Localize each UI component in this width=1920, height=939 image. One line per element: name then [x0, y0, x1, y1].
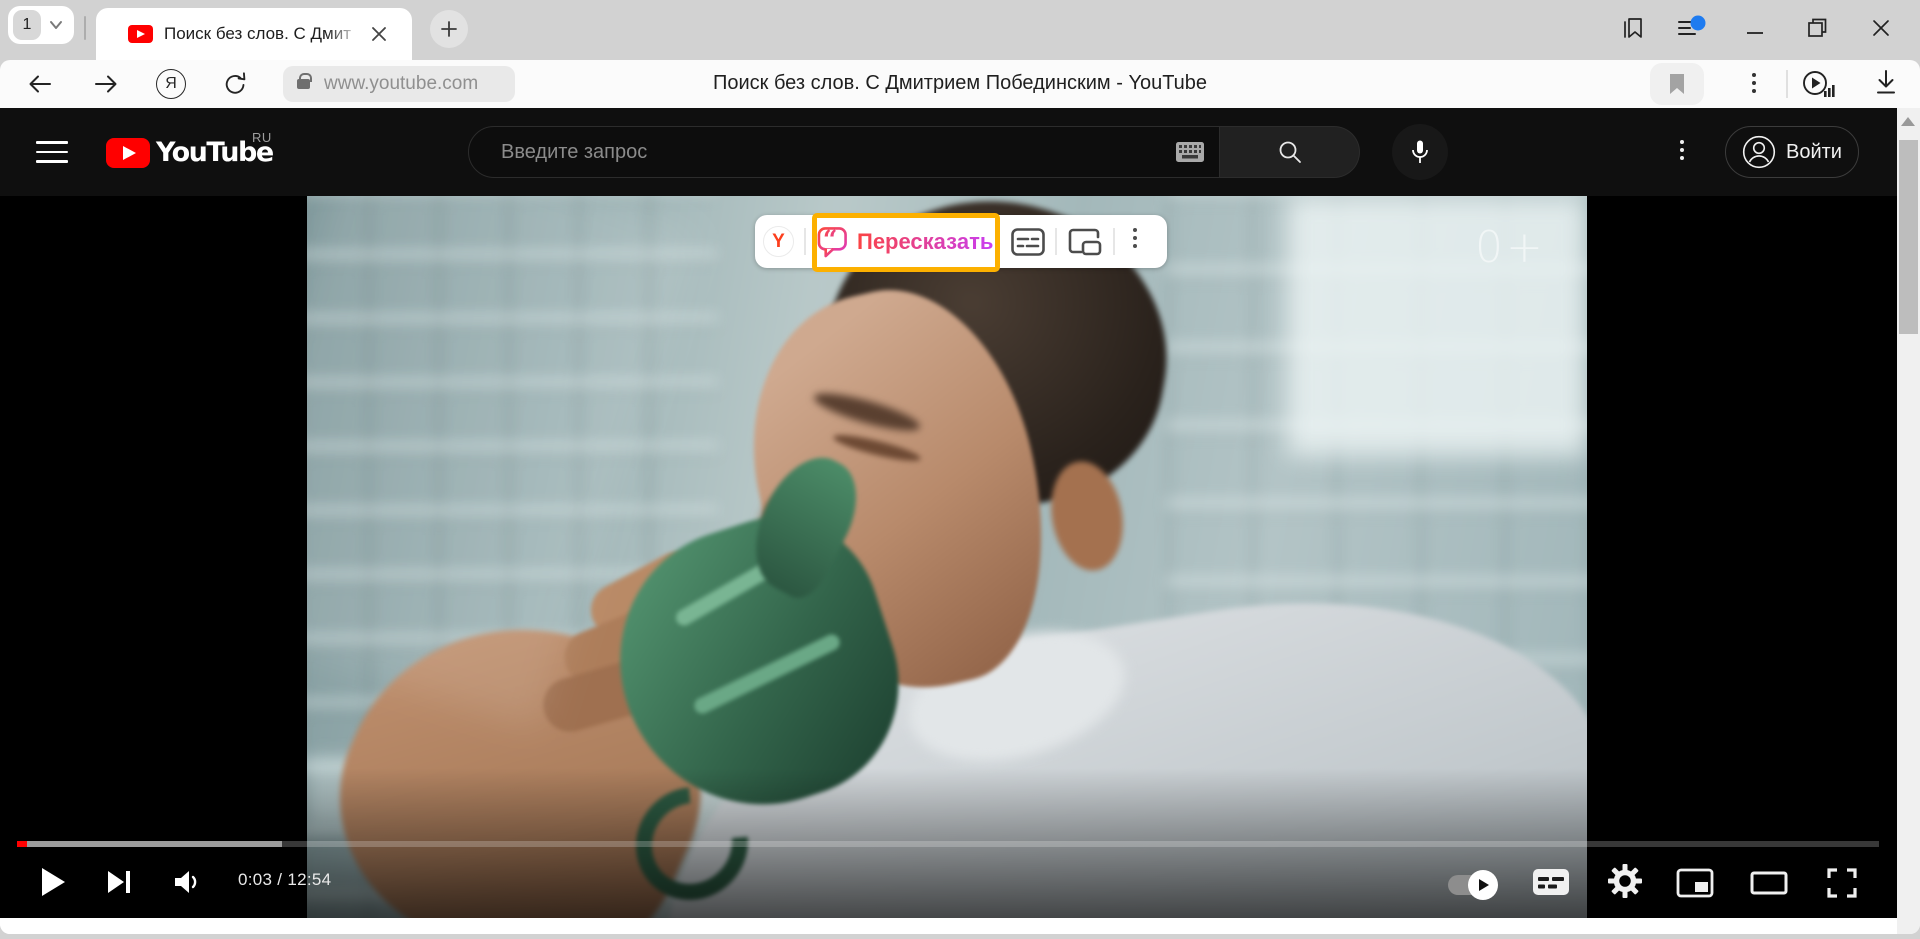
plus-icon — [440, 20, 458, 38]
active-tab[interactable]: Поиск без слов. С Дмит — [96, 8, 412, 60]
youtube-header: YouTube RU Войти — [0, 108, 1920, 196]
svg-text:“: “ — [823, 226, 837, 254]
close-button[interactable] — [1866, 13, 1896, 43]
avatar-icon — [1742, 135, 1776, 169]
age-rating: 0+ — [1475, 222, 1546, 273]
web-page: YouTube RU Войти — [0, 108, 1920, 934]
yandex-video-toolbar: Y “ Пересказать — [755, 215, 1167, 268]
time-display: 0:03 / 12:54 — [238, 870, 331, 890]
next-button[interactable] — [102, 866, 136, 898]
search-box[interactable] — [468, 126, 1220, 178]
quote-bubble-icon: “ — [817, 226, 848, 258]
theater-icon — [1750, 871, 1788, 895]
gear-icon — [1607, 863, 1643, 899]
tab-count: 1 — [13, 10, 41, 40]
autoplay-knob-icon — [1468, 870, 1498, 900]
tab-close-icon[interactable] — [368, 23, 390, 45]
overlay-pip-button[interactable] — [1067, 226, 1103, 257]
notification-dot — [1691, 16, 1706, 31]
autoplay-toggle[interactable] — [1448, 875, 1494, 895]
bookmark-button[interactable] — [1650, 63, 1704, 105]
overlay-separator — [804, 228, 806, 255]
miniplayer-button[interactable] — [1674, 866, 1716, 900]
page-title: Поиск без слов. С Дмитрием Побединским -… — [0, 72, 1920, 95]
voice-search-button[interactable] — [1392, 124, 1448, 180]
theater-mode-button[interactable] — [1748, 870, 1790, 896]
speaker-icon — [173, 868, 205, 896]
play-button[interactable] — [36, 864, 70, 900]
settings-button[interactable] — [1606, 862, 1644, 900]
summarize-label: Пересказать — [857, 229, 993, 255]
overlay-menu-icon[interactable] — [1133, 228, 1137, 248]
progress-buffered — [17, 841, 282, 847]
progress-bar[interactable] — [17, 841, 1879, 847]
restore-button[interactable] — [1802, 13, 1832, 43]
toolbar-menu-icon[interactable] — [1752, 73, 1756, 93]
overlay-subtitles-button[interactable] — [1010, 226, 1046, 257]
yandex-logo-button[interactable]: Y — [763, 226, 794, 257]
page-scrollbar[interactable] — [1897, 108, 1920, 934]
chevron-down-icon[interactable] — [45, 16, 67, 34]
summarize-button[interactable]: “ Пересказать — [817, 215, 993, 268]
yandex-y-letter: Y — [772, 231, 785, 253]
picture-in-picture-icon — [1068, 227, 1102, 257]
overlay-separator — [1113, 228, 1115, 255]
youtube-logo[interactable]: YouTube — [106, 137, 273, 168]
sign-in-button[interactable]: Войти — [1725, 126, 1859, 178]
tabbar-separator — [84, 16, 86, 40]
subtitles-filled-icon — [1532, 868, 1570, 896]
scrollbar-thumb[interactable] — [1899, 140, 1918, 334]
browser-window: 1 Поиск без слов. С Дмит — [0, 0, 1920, 939]
page-bottom-strip — [0, 918, 1897, 934]
tab-counter[interactable]: 1 — [8, 6, 74, 44]
progress-played — [17, 841, 27, 847]
microphone-icon — [1407, 138, 1433, 166]
magnifier-icon — [1276, 138, 1304, 166]
youtube-favicon-icon — [128, 25, 153, 43]
new-tab-button[interactable] — [430, 10, 468, 48]
scrollbar-up-arrow-icon[interactable] — [1901, 117, 1915, 126]
youtube-menu-icon[interactable] — [1680, 140, 1684, 160]
fullscreen-button[interactable] — [1822, 864, 1862, 902]
youtube-play-icon — [106, 138, 150, 168]
subtitles-icon — [1011, 228, 1045, 256]
next-icon — [106, 868, 132, 896]
region-label: RU — [252, 130, 272, 145]
hamburger-menu-icon[interactable] — [36, 141, 68, 163]
search-input[interactable] — [499, 140, 1175, 165]
browser-menu-icon[interactable] — [1676, 13, 1706, 43]
miniplayer-icon — [1676, 868, 1714, 898]
keyboard-icon[interactable] — [1175, 141, 1205, 163]
bookmarks-panel-icon[interactable] — [1618, 13, 1648, 43]
video-player[interactable]: Y “ Пересказать — [0, 196, 1897, 918]
search-button[interactable] — [1220, 126, 1360, 178]
minimize-button[interactable] — [1740, 13, 1770, 43]
video-enhance-icon[interactable] — [1800, 67, 1836, 101]
play-icon — [40, 867, 66, 897]
tab-title: Поиск без слов. С Дмит — [164, 24, 362, 44]
toolbar-separator — [1786, 70, 1788, 98]
download-icon[interactable] — [1872, 68, 1900, 96]
subtitles-button[interactable] — [1530, 866, 1572, 898]
volume-button[interactable] — [170, 866, 208, 898]
tab-bar: 1 Поиск без слов. С Дмит — [0, 0, 1920, 60]
fullscreen-icon — [1825, 866, 1859, 900]
browser-toolbar: Я www.youtube.com Поиск без слов. С Дмит… — [0, 60, 1920, 108]
overlay-separator — [1055, 228, 1057, 255]
sign-in-label: Войти — [1786, 141, 1842, 164]
bookmark-flag-icon — [1665, 71, 1689, 97]
